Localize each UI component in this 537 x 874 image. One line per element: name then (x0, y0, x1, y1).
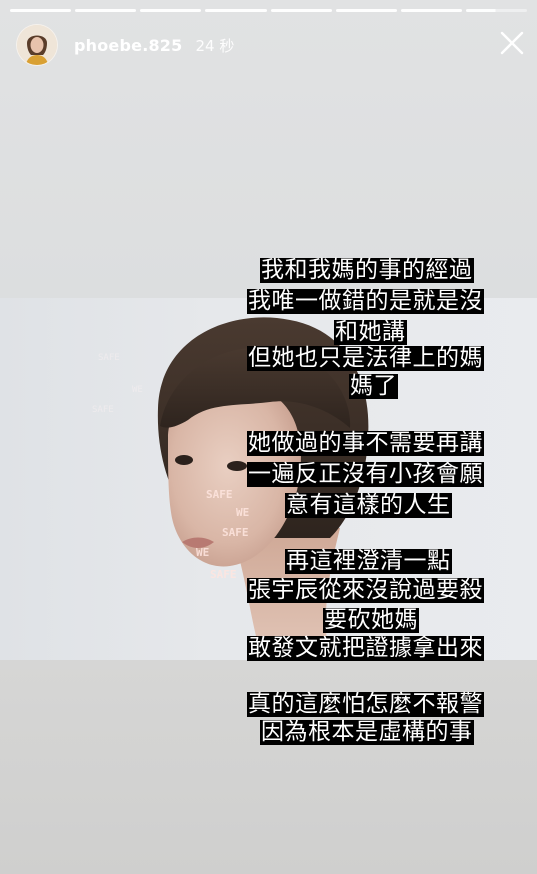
username[interactable]: phoebe.825 (74, 36, 182, 55)
caption-line: 她做過的事不需要再講 (247, 430, 484, 456)
caption-line: 意有這樣的人生 (285, 492, 452, 518)
story-header: phoebe.825 24 秒 (16, 24, 234, 66)
caption-line: 我和我媽的事的經過 (260, 257, 474, 283)
projection-text-2: WE (236, 506, 249, 519)
caption-line: 敢發文就把證據拿出來 (247, 635, 484, 661)
progress-segment (75, 9, 137, 12)
bg-text-2: WE (132, 385, 143, 395)
caption-line: 再這裡澄清一點 (285, 548, 452, 574)
caption-line: 和她講 (334, 319, 407, 345)
projection-text-5: SAFE (210, 568, 237, 581)
progress-segment (140, 9, 202, 12)
progress-segment (400, 9, 462, 12)
progress-segment-current (465, 9, 527, 12)
progress-segment (10, 9, 72, 12)
caption-line: 媽了 (349, 373, 398, 399)
caption-line: 但她也只是法律上的媽 (247, 345, 484, 371)
post-time: 24 秒 (195, 36, 235, 55)
progress-segment (335, 9, 397, 12)
avatar[interactable] (16, 24, 58, 66)
caption-line: 因為根本是虛構的事 (260, 719, 474, 745)
caption-line: 要砍她媽 (323, 607, 419, 633)
profile-avatar-icon (17, 25, 57, 65)
caption-line: 張宇辰從來沒說過要殺 (247, 577, 484, 603)
caption-line: 真的這麼怕怎麼不報警 (247, 691, 484, 717)
progress-segment (205, 9, 267, 12)
bg-text-1: SAFE (98, 353, 120, 363)
bg-text-3: SAFE (92, 405, 114, 415)
projection-text-3: SAFE (222, 526, 249, 539)
close-icon (500, 31, 524, 55)
projection-text-1: SAFE (206, 488, 233, 501)
caption-line: 一遍反正沒有小孩會願 (247, 461, 484, 487)
story-progress-bar (10, 9, 527, 12)
caption-line: 我唯一做錯的是就是沒 (247, 288, 484, 314)
projection-text-4: WE (196, 546, 209, 559)
close-button[interactable] (499, 30, 525, 56)
progress-segment (270, 9, 332, 12)
story-viewer: SAFE WE SAFE WE SAFE SAFE WE SAFE phoebe… (0, 0, 537, 874)
